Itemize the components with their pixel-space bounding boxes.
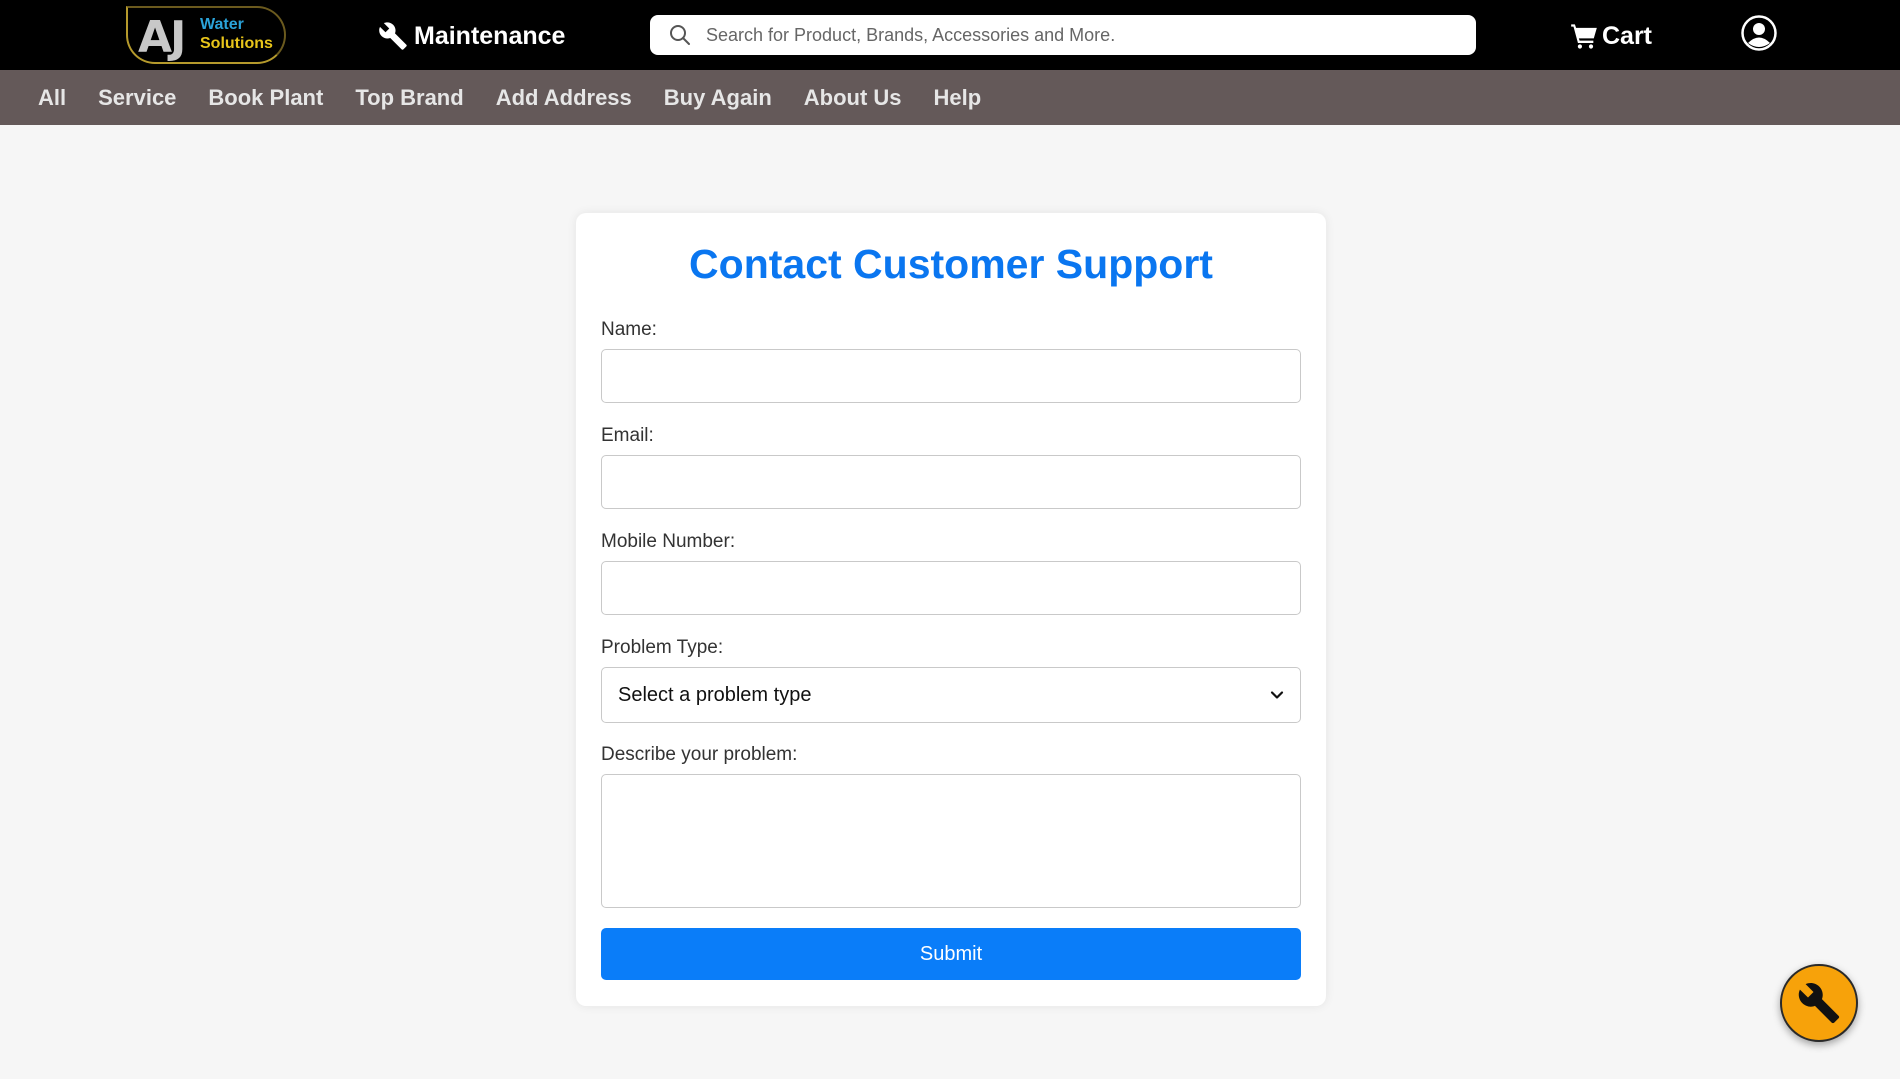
name-field[interactable] (601, 349, 1301, 403)
brand-logo[interactable]: AJ Water Solutions (126, 6, 286, 64)
top-header: AJ Water Solutions Maintenance Cart (0, 0, 1900, 70)
wrench-icon (379, 22, 407, 50)
nav-item-buy-again[interactable]: Buy Again (664, 85, 772, 111)
nav-item-help[interactable]: Help (934, 85, 982, 111)
cart-label: Cart (1602, 21, 1653, 50)
description-label: Describe your problem: (601, 744, 798, 765)
mobile-label: Mobile Number: (601, 531, 736, 552)
chevron-down-icon (1270, 691, 1284, 699)
category-nav: All Service Book Plant Top Brand Add Add… (0, 70, 1900, 125)
nav-item-top-brand[interactable]: Top Brand (355, 85, 463, 111)
wrench-icon (1798, 983, 1840, 1024)
search-input[interactable] (706, 20, 1466, 50)
description-textarea[interactable] (601, 774, 1301, 908)
mobile-field[interactable] (601, 561, 1301, 615)
problem-type-select[interactable]: Select a problem type (601, 667, 1301, 723)
logo-mark: AJ (138, 12, 186, 63)
form-title: Contact Customer Support (689, 241, 1213, 287)
cart-icon (1571, 24, 1597, 49)
problem-type-label: Problem Type: (601, 637, 724, 658)
nav-item-add-address[interactable]: Add Address (496, 85, 632, 111)
user-circle-icon (1741, 15, 1777, 51)
logo-line2: Solutions (200, 35, 273, 52)
problem-type-value: Select a problem type (618, 683, 812, 706)
nav-item-book-plant[interactable]: Book Plant (208, 85, 323, 111)
cart-link[interactable]: Cart (1570, 18, 1652, 54)
logo-line1: Water (200, 16, 244, 33)
account-button[interactable] (1740, 14, 1778, 52)
submit-button[interactable]: Submit (601, 928, 1301, 980)
email-label: Email: (601, 425, 654, 446)
search-bar[interactable] (650, 15, 1476, 55)
search-icon (670, 25, 690, 45)
email-field[interactable] (601, 455, 1301, 509)
nav-item-all[interactable]: All (38, 85, 66, 111)
nav-item-service[interactable]: Service (98, 85, 176, 111)
nav-item-about-us[interactable]: About Us (804, 85, 902, 111)
support-form-card: Contact Customer Support Name: Email: Mo… (576, 213, 1326, 1006)
maintenance-label: Maintenance (414, 21, 566, 50)
maintenance-fab[interactable] (1780, 964, 1858, 1042)
name-label: Name: (601, 319, 657, 340)
maintenance-link[interactable]: Maintenance (378, 18, 565, 54)
